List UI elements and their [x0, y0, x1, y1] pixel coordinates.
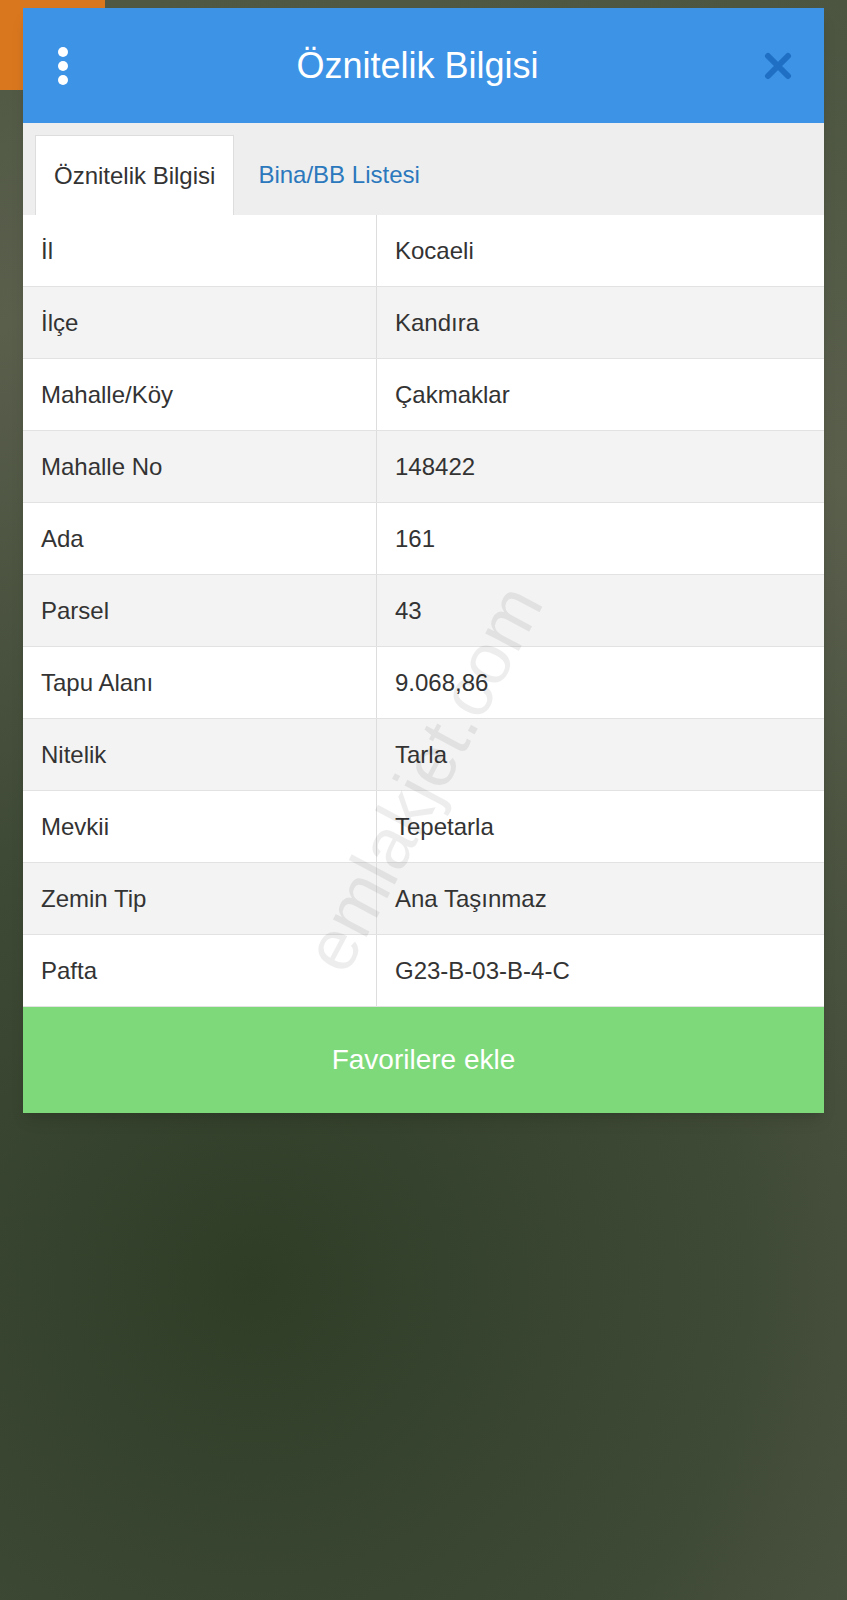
attribute-value: Çakmaklar: [377, 359, 824, 430]
attribute-value: 9.068,86: [377, 647, 824, 718]
attribute-row: İlKocaeli: [23, 215, 824, 287]
attribute-row: Parsel43: [23, 575, 824, 647]
attribute-label: Tapu Alanı: [23, 647, 377, 718]
kebab-menu-icon[interactable]: [55, 46, 71, 86]
attribute-row: İlçeKandıra: [23, 287, 824, 359]
attribute-row: MevkiiTepetarla: [23, 791, 824, 863]
attribute-label: İl: [23, 215, 377, 286]
attribute-value: Tarla: [377, 719, 824, 790]
attribute-value: 43: [377, 575, 824, 646]
attribute-label: Pafta: [23, 935, 377, 1006]
attribute-value: Kocaeli: [377, 215, 824, 286]
attribute-row: PaftaG23-B-03-B-4-C: [23, 935, 824, 1007]
attribute-row: Mahalle No148422: [23, 431, 824, 503]
attribute-label: Ada: [23, 503, 377, 574]
tab[interactable]: Öznitelik Bilgisi: [35, 135, 234, 215]
attribute-value: 161: [377, 503, 824, 574]
attribute-row: Tapu Alanı9.068,86: [23, 647, 824, 719]
attribute-label: Nitelik: [23, 719, 377, 790]
attribute-label: İlçe: [23, 287, 377, 358]
dialog-header: Öznitelik Bilgisi: [23, 8, 824, 123]
attribute-label: Mahalle/Köy: [23, 359, 377, 430]
attribute-row: Zemin TipAna Taşınmaz: [23, 863, 824, 935]
tab[interactable]: Bina/BB Listesi: [234, 135, 443, 215]
attribute-value: Ana Taşınmaz: [377, 863, 824, 934]
attribute-label: Mevkii: [23, 791, 377, 862]
attribute-value: G23-B-03-B-4-C: [377, 935, 824, 1006]
attribute-label: Mahalle No: [23, 431, 377, 502]
attribute-row: Ada161: [23, 503, 824, 575]
attribute-value: 148422: [377, 431, 824, 502]
attribute-label: Zemin Tip: [23, 863, 377, 934]
close-icon[interactable]: [764, 52, 792, 80]
tab-bar: Öznitelik BilgisiBina/BB Listesi: [23, 123, 824, 215]
attribute-value: Kandıra: [377, 287, 824, 358]
screen: Öznitelik BilgisiÖznitelik BilgisiBina/B…: [0, 0, 847, 1600]
add-favorites-button[interactable]: Favorilere ekle: [23, 1007, 824, 1113]
attribute-row: NitelikTarla: [23, 719, 824, 791]
watermark: emlakjet.com: [276, 565, 570, 990]
dialog-title: Öznitelik Bilgisi: [71, 39, 764, 93]
attribute-dialog: Öznitelik BilgisiÖznitelik BilgisiBina/B…: [23, 8, 824, 1113]
attribute-label: Parsel: [23, 575, 377, 646]
attribute-row: Mahalle/KöyÇakmaklar: [23, 359, 824, 431]
attribute-value: Tepetarla: [377, 791, 824, 862]
attribute-table: İlKocaeliİlçeKandıraMahalle/KöyÇakmaklar…: [23, 215, 824, 1007]
